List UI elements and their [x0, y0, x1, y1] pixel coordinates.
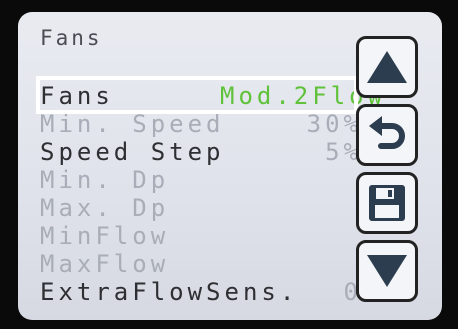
menu-item-value: Mod.2Flow — [220, 82, 387, 110]
menu-item-value: 0 — [343, 278, 362, 306]
menu-item-label: Fans — [40, 82, 114, 110]
menu-item-label: Min. Speed — [40, 110, 225, 138]
page-title: Fans — [40, 26, 103, 50]
menu-item-label: Max. Dp — [40, 194, 170, 222]
menu-item-label: Min. Dp — [40, 166, 170, 194]
menu-item-value: 30% — [306, 110, 362, 138]
menu-item-label: MinFlow — [40, 222, 170, 250]
menu-item-label: Speed Step — [40, 138, 225, 166]
triangle-down-icon — [367, 255, 407, 287]
back-button[interactable] — [356, 104, 418, 166]
triangle-up-icon — [367, 51, 407, 83]
lcd-screen: Fans Fans Mod.2Flow Min. Speed 30% Speed… — [18, 12, 442, 320]
up-button[interactable] — [356, 36, 418, 98]
undo-arrow-icon — [369, 116, 405, 149]
floppy-disk-icon — [369, 185, 405, 221]
menu-item-value: 5% — [325, 138, 362, 166]
down-button[interactable] — [356, 240, 418, 302]
save-button[interactable] — [356, 172, 418, 234]
menu-item-label: MaxFlow — [40, 250, 170, 278]
